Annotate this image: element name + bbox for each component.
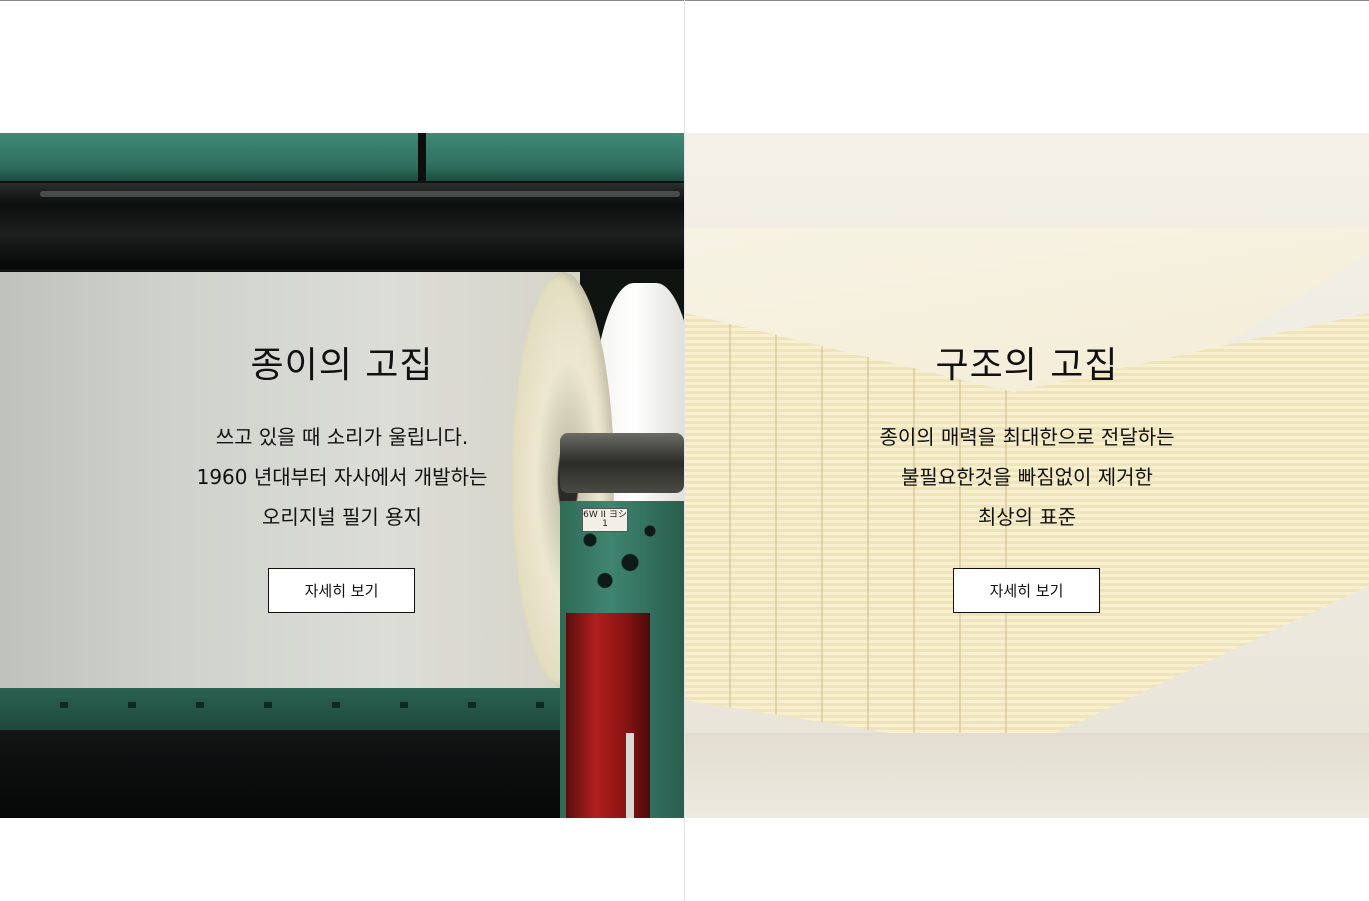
panel-description: 쓰고 있을 때 소리가 울립니다. 1960 년대부터 자사에서 개발하는 오리… bbox=[0, 417, 684, 537]
column-divider bbox=[684, 0, 685, 901]
panel-description: 종이의 매력을 최대한으로 전달하는 불필요한것을 빠짐없이 제거한 최상의 표… bbox=[685, 417, 1369, 537]
view-details-button[interactable]: 자세히 보기 bbox=[953, 568, 1100, 613]
feature-page: 6W II ヨシ 1 종이의 고집 쓰고 있을 때 소리가 울립니다. 1960… bbox=[0, 0, 1369, 901]
description-line: 1960 년대부터 자사에서 개발하는 bbox=[196, 465, 488, 489]
description-line: 불필요한것을 빠짐없이 제거한 bbox=[901, 465, 1153, 489]
description-line: 오리지널 필기 용지 bbox=[262, 505, 422, 529]
feature-panel-structure: 구조의 고집 종이의 매력을 최대한으로 전달하는 불필요한것을 빠짐없이 제거… bbox=[685, 133, 1369, 818]
feature-panel-paper: 6W II ヨシ 1 종이의 고집 쓰고 있을 때 소리가 울립니다. 1960… bbox=[0, 133, 684, 818]
description-line: 쓰고 있을 때 소리가 울립니다. bbox=[215, 425, 469, 449]
view-details-button[interactable]: 자세히 보기 bbox=[268, 568, 415, 613]
description-line: 종이의 매력을 최대한으로 전달하는 bbox=[879, 425, 1175, 449]
description-line: 최상의 표준 bbox=[977, 505, 1077, 529]
panel-title: 구조의 고집 bbox=[935, 345, 1119, 386]
panel-title: 종이의 고집 bbox=[250, 345, 434, 386]
